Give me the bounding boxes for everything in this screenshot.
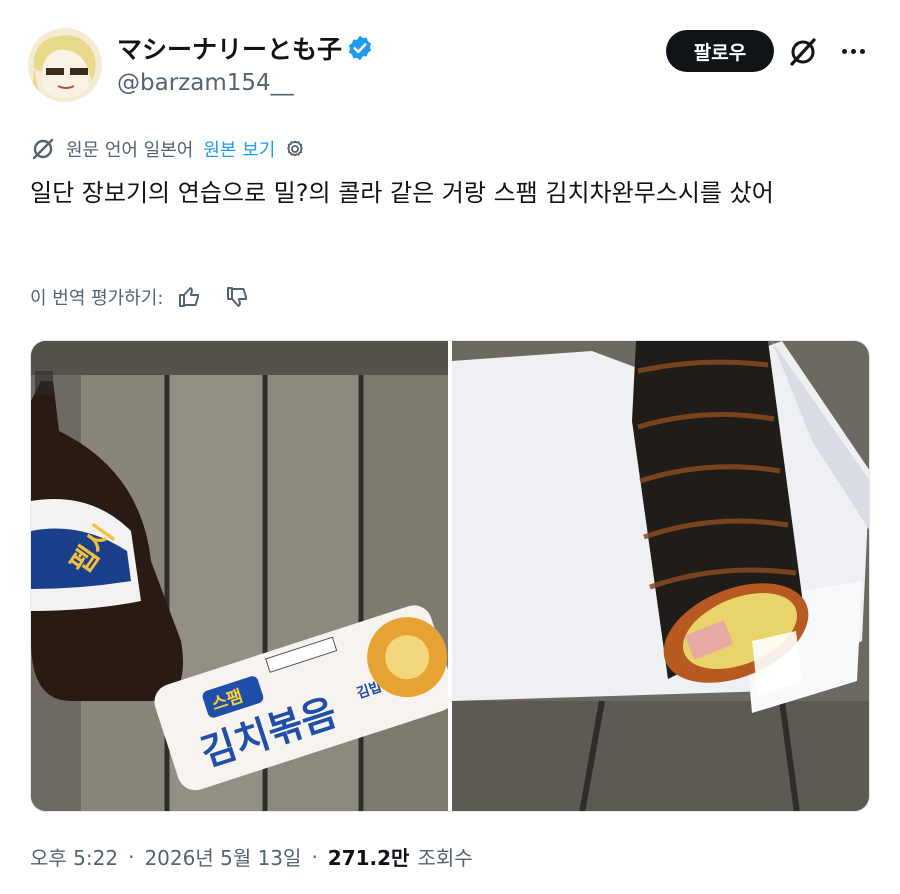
grok-icon[interactable] <box>786 35 820 69</box>
follow-button[interactable]: 팔로우 <box>666 30 774 72</box>
display-name[interactable]: マシーナリーとも子 <box>117 30 342 66</box>
show-original-link[interactable]: 원본 보기 <box>203 136 275 162</box>
user-handle[interactable]: @barzam154__ <box>117 70 294 96</box>
rate-translation-label: 이 번역 평가하기: <box>30 288 164 309</box>
tweet-time[interactable]: 오후 5:22 <box>30 842 118 871</box>
tweet-date[interactable]: 2026년 5월 13일 <box>144 842 301 871</box>
separator: · <box>311 844 318 869</box>
views-count: 271.2만 <box>327 846 410 870</box>
thumbs-up-icon[interactable] <box>177 284 203 310</box>
verified-badge-icon <box>348 35 372 61</box>
views-label: 조회수 <box>417 846 473 870</box>
more-icon[interactable] <box>836 36 870 66</box>
photo-drinks-and-gimbap[interactable]: 펩시 스팸 김치볶음 김밥 <box>31 341 448 811</box>
gear-icon[interactable] <box>283 137 307 161</box>
thumbs-down-icon[interactable] <box>225 284 251 310</box>
tweet-meta: 오후 5:22 · 2026년 5월 13일 · 271.2만 조회수 <box>30 842 473 871</box>
photo-unwrapped-gimbap[interactable] <box>452 341 869 811</box>
rate-translation: 이 번역 평가하기: <box>30 282 251 312</box>
translation-info: 원문 언어 일본어 원본 보기 <box>30 134 307 164</box>
media-gallery[interactable]: 펩시 스팸 김치볶음 김밥 <box>30 340 870 812</box>
translate-icon <box>32 138 54 160</box>
tweet-text: 일단 장보기의 연습으로 밀?의 콜라 같은 거랑 스팸 김치차완무스시를 샀어 <box>30 179 774 207</box>
avatar[interactable] <box>28 28 102 102</box>
source-language-label: 원문 언어 일본어 <box>66 140 194 161</box>
separator: · <box>128 844 135 869</box>
